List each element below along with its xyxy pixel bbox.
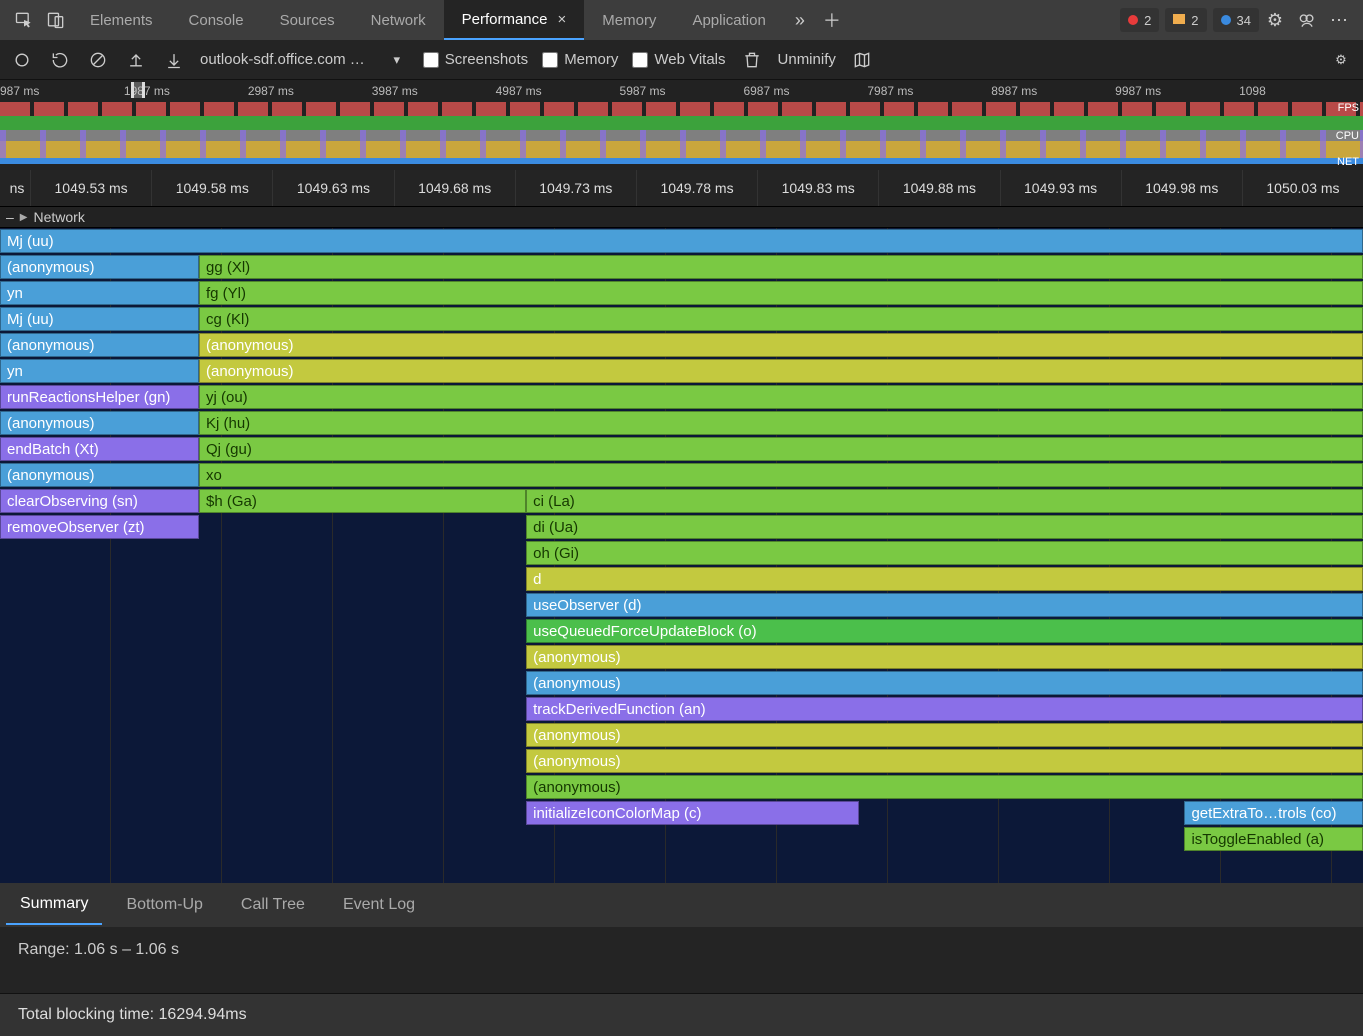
overview-timeline[interactable]: 987 ms1987 ms2987 ms 3987 ms4987 ms5987 … [0, 80, 1363, 170]
overview-cpu-strip: CPU [0, 130, 1363, 158]
blocking-label: Total blocking time: [18, 1006, 154, 1023]
flame-bar[interactable]: (anonymous) [199, 359, 1363, 383]
flame-bar[interactable]: runReactionsHelper (gn) [0, 385, 199, 409]
collapse-arrow-icon[interactable]: ▶ [20, 212, 28, 223]
flame-bar[interactable]: (anonymous) [526, 775, 1363, 799]
flame-bar[interactable]: (anonymous) [0, 255, 199, 279]
flame-bar[interactable]: isToggleEnabled (a) [1184, 827, 1363, 851]
more-tabs-icon[interactable]: » [784, 4, 816, 36]
tab-elements[interactable]: Elements [72, 0, 171, 40]
recording-url[interactable]: outlook-sdf.office.com … [200, 51, 365, 68]
webvitals-checkbox[interactable]: Web Vitals [632, 51, 725, 68]
new-tab-icon[interactable]: ＋ [816, 4, 848, 36]
flame-bar[interactable]: (anonymous) [526, 645, 1363, 669]
flame-bar[interactable]: xo [199, 463, 1363, 487]
flame-bar[interactable]: di (Ua) [526, 515, 1363, 539]
flame-bar[interactable]: yn [0, 359, 199, 383]
flame-bar[interactable]: cg (Kl) [199, 307, 1363, 331]
overview-viewport-handle[interactable] [131, 82, 145, 98]
record-icon[interactable] [10, 48, 34, 72]
flame-bar[interactable]: getExtraTo…trols (co) [1184, 801, 1363, 825]
perf-settings-icon[interactable]: ⚙ [1329, 48, 1353, 72]
flame-bar[interactable]: Qj (gu) [199, 437, 1363, 461]
flame-bar[interactable]: yj (ou) [199, 385, 1363, 409]
tab-network[interactable]: Network [353, 0, 444, 40]
tab-console[interactable]: Console [171, 0, 262, 40]
flame-bar[interactable]: endBatch (Xt) [0, 437, 199, 461]
flame-bar[interactable]: (anonymous) [0, 333, 199, 357]
flame-bar[interactable]: (anonymous) [0, 411, 199, 435]
tab-sources[interactable]: Sources [262, 0, 353, 40]
flame-bar[interactable]: (anonymous) [526, 671, 1363, 695]
tab-memory[interactable]: Memory [584, 0, 674, 40]
error-badge[interactable]: 2 [1120, 8, 1159, 32]
flame-bar[interactable]: (anonymous) [199, 333, 1363, 357]
reload-icon[interactable] [48, 48, 72, 72]
flame-bar[interactable]: clearObserving (sn) [0, 489, 199, 513]
flame-bar[interactable]: ci (La) [526, 489, 1363, 513]
trash-icon[interactable] [740, 48, 764, 72]
flame-ruler[interactable]: ns1049.53 ms1049.58 ms 1049.63 ms1049.68… [0, 170, 1363, 206]
flame-chart[interactable]: Mj (uu)(anonymous)gg (Xl)ynfg (Yl)Mj (uu… [0, 228, 1363, 883]
memory-checkbox[interactable]: Memory [542, 51, 618, 68]
flame-bar[interactable]: d [526, 567, 1363, 591]
tab-summary[interactable]: Summary [6, 885, 102, 925]
overview-frames-strip [0, 116, 1363, 130]
flame-bar[interactable]: yn [0, 281, 199, 305]
settings-icon[interactable]: ⚙ [1259, 4, 1291, 36]
flame-bar[interactable]: Kj (hu) [199, 411, 1363, 435]
map-icon[interactable] [850, 48, 874, 72]
details-tabbar: Summary Bottom-Up Call Tree Event Log [0, 883, 1363, 927]
flame-bar[interactable]: trackDerivedFunction (an) [526, 697, 1363, 721]
flame-bar[interactable]: (anonymous) [526, 723, 1363, 747]
clear-icon[interactable] [86, 48, 110, 72]
tab-eventlog[interactable]: Event Log [329, 886, 429, 924]
tab-close-icon[interactable]: × [558, 11, 567, 28]
flame-bar[interactable]: useObserver (d) [526, 593, 1363, 617]
range-label: Range: [18, 941, 70, 958]
overview-net-strip: NET [0, 158, 1363, 164]
flame-bar[interactable]: Mj (uu) [0, 229, 1363, 253]
flame-bar[interactable]: removeObserver (zt) [0, 515, 199, 539]
flame-bar[interactable]: initializeIconColorMap (c) [526, 801, 859, 825]
info-badge[interactable]: 34 [1213, 8, 1259, 32]
flame-bar[interactable]: Mj (uu) [0, 307, 199, 331]
flame-bar[interactable]: $h (Ga) [199, 489, 526, 513]
dash-icon: – [6, 209, 14, 225]
device-toggle-icon[interactable] [40, 4, 72, 36]
flame-bar[interactable]: fg (Yl) [199, 281, 1363, 305]
unminify-button[interactable]: Unminify [778, 51, 836, 68]
flame-bar[interactable]: (anonymous) [526, 749, 1363, 773]
feedback-icon[interactable] [1291, 4, 1323, 36]
summary-pane: Range: 1.06 s – 1.06 s [0, 927, 1363, 993]
flame-bar[interactable]: oh (Gi) [526, 541, 1363, 565]
tab-calltree[interactable]: Call Tree [227, 886, 319, 924]
url-dropdown-icon[interactable]: ▾ [385, 48, 409, 72]
flame-bar[interactable]: useQueuedForceUpdateBlock (o) [526, 619, 1363, 643]
range-value: 1.06 s – 1.06 s [74, 941, 179, 958]
tab-bottomup[interactable]: Bottom-Up [112, 886, 216, 924]
kebab-icon[interactable]: ⋯ [1323, 4, 1355, 36]
flame-bar[interactable]: gg (Xl) [199, 255, 1363, 279]
devtools-tabbar: Elements Console Sources Network Perform… [0, 0, 1363, 40]
tab-application[interactable]: Application [674, 0, 783, 40]
inspect-icon[interactable] [8, 4, 40, 36]
blocking-time-footer: Total blocking time: 16294.94ms [0, 993, 1363, 1036]
screenshots-checkbox[interactable]: Screenshots [423, 51, 528, 68]
perf-toolbar: outlook-sdf.office.com … ▾ Screenshots M… [0, 40, 1363, 80]
warning-badge[interactable]: 2 [1165, 8, 1206, 32]
blocking-value: 16294.94ms [159, 1006, 247, 1023]
flame-bar[interactable]: (anonymous) [0, 463, 199, 487]
network-track-header[interactable]: – ▶ Network [0, 206, 1363, 228]
overview-fps-strip: FPS [0, 102, 1363, 116]
overview-ticks: 987 ms1987 ms2987 ms 3987 ms4987 ms5987 … [0, 84, 1363, 102]
tab-performance[interactable]: Performance× [444, 0, 585, 40]
download-icon[interactable] [162, 48, 186, 72]
upload-icon[interactable] [124, 48, 148, 72]
